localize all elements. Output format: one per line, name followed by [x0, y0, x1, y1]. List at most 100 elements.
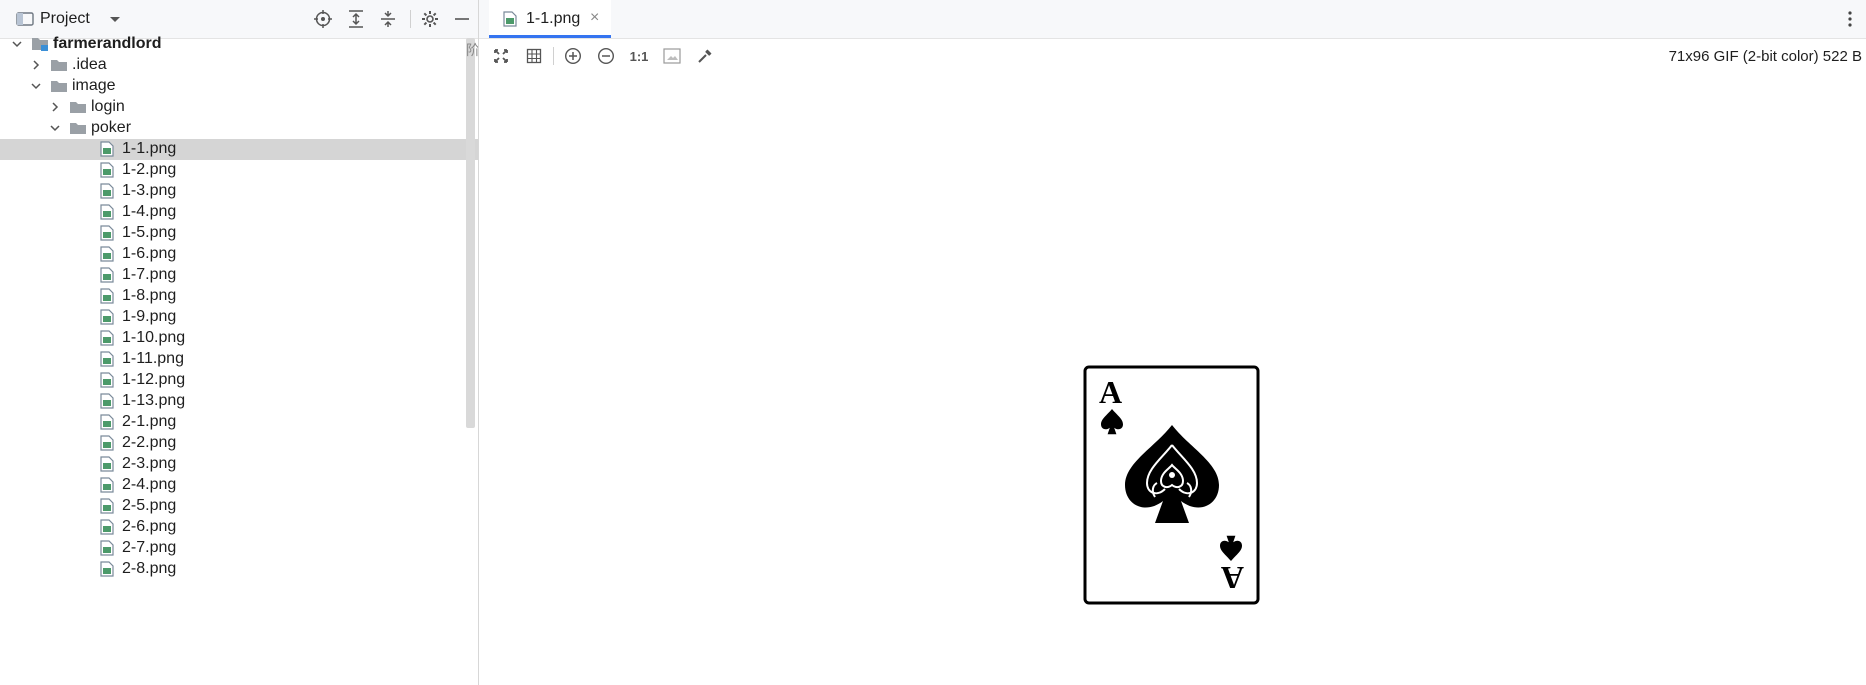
image-file-icon [100, 393, 118, 409]
tree-file-row[interactable]: 1-6.png [0, 244, 478, 265]
tree-item-label: 1-13.png [122, 392, 186, 409]
tree-item-label: poker [91, 119, 132, 136]
chevron-right-icon[interactable] [48, 100, 62, 114]
tab-1-1-png[interactable]: 1-1.png × [489, 0, 611, 38]
tree-folder-row[interactable]: image [0, 76, 478, 97]
image-file-icon [100, 183, 118, 199]
tree-item-label: 2-5.png [122, 497, 177, 514]
card-rank-bottom: A [1221, 560, 1244, 596]
tree-file-row[interactable]: 2-1.png [0, 412, 478, 433]
zoom-in-icon[interactable] [560, 44, 586, 68]
tree-folder-row[interactable]: poker [0, 118, 478, 139]
chevron-right-icon[interactable] [29, 58, 43, 72]
toolbar-separator [553, 47, 554, 65]
color-picker-icon[interactable] [692, 44, 718, 68]
tree-item-label: 1-4.png [122, 203, 177, 220]
image-file-icon [100, 351, 118, 367]
tree-file-row[interactable]: 1-9.png [0, 307, 478, 328]
image-file-icon [100, 414, 118, 430]
tree-file-row[interactable]: 1-2.png [0, 160, 478, 181]
tree-file-row[interactable]: 1-13.png [0, 391, 478, 412]
tree-file-row[interactable]: 2-6.png [0, 517, 478, 538]
tree-item-label: 2-2.png [122, 434, 177, 451]
tree-file-row[interactable]: 1-11.png [0, 349, 478, 370]
tree-item-label: 2-8.png [122, 560, 177, 577]
tree-file-row[interactable]: 1-8.png [0, 286, 478, 307]
image-file-icon [100, 435, 118, 451]
tree-file-row[interactable]: 2-2.png [0, 433, 478, 454]
image-file-icon [100, 456, 118, 472]
tree-file-row[interactable]: 2-4.png [0, 475, 478, 496]
image-file-icon [100, 372, 118, 388]
more-options-icon[interactable] [1840, 6, 1860, 32]
image-file-icon [100, 519, 118, 535]
tree-file-row[interactable]: 2-3.png [0, 454, 478, 475]
module-folder-icon [31, 36, 49, 52]
tree-item-label: 2-4.png [122, 476, 177, 493]
tree-item-label: 2-1.png [122, 413, 177, 430]
tree-file-row[interactable]: 2-8.png [0, 559, 478, 580]
chevron-down-icon[interactable] [29, 79, 43, 93]
grid-icon[interactable] [521, 44, 547, 68]
tree-item-label: 1-1.png [122, 140, 177, 157]
chevron-down-icon[interactable] [48, 121, 62, 135]
image-file-icon [100, 561, 118, 577]
header-separator [410, 10, 411, 28]
actual-size-button[interactable]: 1:1 [626, 44, 652, 68]
fit-to-screen-icon[interactable] [488, 44, 514, 68]
tree-file-row[interactable]: 1-10.png [0, 328, 478, 349]
image-file-icon [100, 540, 118, 556]
tree-folder-row[interactable]: farmerandlord [0, 34, 478, 55]
tree-item-label: 1-7.png [122, 266, 177, 283]
tree-item-label: 1-5.png [122, 224, 177, 241]
caret-down-icon[interactable] [108, 0, 122, 38]
tree-file-row[interactable]: 1-5.png [0, 223, 478, 244]
close-icon[interactable]: × [590, 9, 599, 27]
tree-folder-row[interactable]: .idea [0, 55, 478, 76]
project-panel-title[interactable]: Project [40, 0, 90, 38]
locate-icon[interactable] [310, 6, 336, 32]
tree-item-label: 1-12.png [122, 371, 186, 388]
image-file-icon [100, 309, 118, 325]
project-view-icon[interactable] [16, 0, 34, 38]
zoom-out-icon[interactable] [593, 44, 619, 68]
chevron-down-icon[interactable] [10, 37, 24, 51]
image-file-icon [100, 498, 118, 514]
tree-item-label: 1-6.png [122, 245, 177, 262]
tree-file-row[interactable]: 1-3.png [0, 181, 478, 202]
tree-file-row[interactable]: 2-7.png [0, 538, 478, 559]
image-file-icon [100, 141, 118, 157]
tree-item-label: login [91, 98, 125, 115]
hide-icon[interactable] [449, 6, 475, 32]
tree-item-label: farmerandlord [53, 35, 162, 52]
tree-item-label: image [72, 77, 116, 94]
svg-text:A: A [1221, 560, 1244, 596]
tree-item-label: 2-6.png [122, 518, 177, 535]
clipped-text: 阶 [466, 42, 479, 58]
tree-file-row[interactable]: 1-1.png [0, 139, 478, 160]
editor-tab-bar: 1-1.png × [479, 0, 1866, 39]
collapse-all-icon[interactable] [375, 6, 401, 32]
tree-file-row[interactable]: 1-7.png [0, 265, 478, 286]
expand-all-icon[interactable] [343, 6, 369, 32]
image-file-icon [100, 288, 118, 304]
image-info: 71x96 GIF (2-bit color) 522 B [1668, 47, 1862, 65]
image-toolbar: 1:1 71x96 GIF (2-bit color) 522 B [479, 39, 1866, 73]
settings-icon[interactable] [417, 6, 443, 32]
image-file-icon [100, 330, 118, 346]
tree-file-row[interactable]: 1-4.png [0, 202, 478, 223]
image-canvas[interactable]: A A [479, 73, 1866, 685]
background-icon[interactable] [659, 44, 685, 68]
image-file-icon [100, 204, 118, 220]
tree-item-label: 1-10.png [122, 329, 186, 346]
tree-folder-row[interactable]: login [0, 97, 478, 118]
project-tool-window: Project farmerandlord .idea image login poke… [0, 0, 479, 685]
image-file-icon [100, 246, 118, 262]
tree-scrollbar[interactable] [466, 38, 475, 428]
tree-file-row[interactable]: 1-12.png [0, 370, 478, 391]
folder-icon [69, 99, 87, 115]
folder-icon [50, 57, 68, 73]
tree-file-row[interactable]: 2-5.png [0, 496, 478, 517]
tree-item-label: 1-8.png [122, 287, 177, 304]
tree-item-label: 2-7.png [122, 539, 177, 556]
